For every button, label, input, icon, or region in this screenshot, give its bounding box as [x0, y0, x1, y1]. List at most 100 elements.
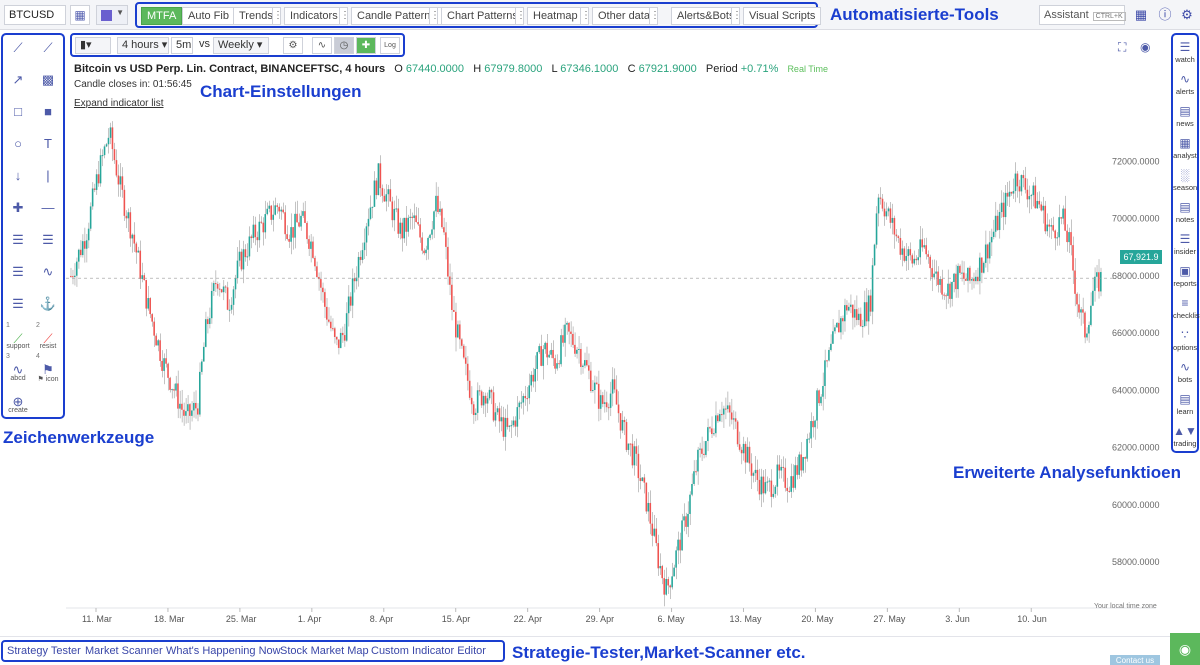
price-chart[interactable]: 72000.0000 70000.0000 68000.0000 66000.0000… — [66, 110, 1170, 630]
sidebar-item-bots[interactable]: ∿ bots — [1173, 360, 1197, 384]
whats-happening-link[interactable]: What's Happening Now — [166, 645, 281, 657]
sidebar-item-analyst[interactable]: ▦ analyst — [1173, 136, 1197, 160]
indicators-menu-icon[interactable]: ⋮ — [339, 7, 350, 25]
candle-body — [984, 244, 987, 263]
candle-body — [990, 236, 993, 243]
candle-body — [730, 412, 733, 420]
candle-body — [830, 343, 832, 350]
sidebar-item-season[interactable]: ░ season — [1173, 168, 1197, 192]
custom-indicator-editor-link[interactable]: Custom Indicator Editor — [371, 645, 486, 657]
sidebar-item-trading[interactable]: ▲▼ trading — [1173, 424, 1197, 448]
sidebar-item-insider[interactable]: ☰ insider — [1173, 232, 1197, 256]
candle-type-button[interactable]: ▮▾ — [75, 37, 111, 54]
interval-select[interactable]: 4 hours ▾ — [117, 37, 169, 54]
candle-body — [530, 374, 533, 386]
sidebar-item-options[interactable]: ∵ options — [1173, 328, 1197, 352]
sidebar-item-reports[interactable]: ▣ reports — [1173, 264, 1197, 288]
other-data-menu-icon[interactable]: ⋮ — [649, 7, 660, 25]
indicators-button[interactable]: Indicators — [284, 7, 344, 25]
horizontal-line-icon[interactable]: — — [37, 197, 59, 219]
candle-body — [1040, 204, 1043, 211]
rectangle-tool-icon[interactable]: □ — [7, 101, 29, 123]
parallel-lines-icon[interactable]: ☰ — [7, 261, 29, 283]
compare-interval-button[interactable]: 5m — [171, 37, 193, 54]
sidebar-item-watch[interactable]: ☰ watch — [1173, 40, 1197, 64]
eye-icon[interactable]: ◉ — [1170, 633, 1200, 665]
help-icon[interactable]: ⓘ — [1156, 6, 1174, 24]
candle-body — [457, 324, 459, 338]
heatmap-button[interactable]: Heatmap — [527, 7, 584, 25]
candle-body — [1092, 290, 1094, 306]
expand-indicator-link[interactable]: Expand indicator list — [74, 98, 164, 109]
polyline-icon[interactable]: ∿ — [37, 261, 59, 283]
fib-extension-icon[interactable]: ☰ — [37, 229, 59, 251]
fullscreen-icon[interactable]: ⛶ — [1118, 40, 1126, 55]
channel-tool-icon[interactable]: ▩ — [37, 69, 59, 91]
candle-body — [276, 205, 278, 207]
contact-us-button[interactable]: Contact us — [1110, 655, 1160, 665]
candle-body — [943, 294, 945, 296]
trends-menu-icon[interactable]: ⋮ — [272, 7, 283, 25]
mtfa-button[interactable]: MTFA — [141, 7, 183, 25]
auto-fib-button[interactable]: Auto Fib — [182, 7, 235, 25]
strategy-tester-link[interactable]: Strategy Tester — [7, 645, 81, 657]
alerts-bots-menu-icon[interactable]: ⋮ — [731, 7, 742, 25]
ray-tool-icon[interactable]: ⟋ — [37, 37, 59, 59]
chart-patterns-menu-icon[interactable]: ⋮ — [515, 7, 526, 25]
candle-body — [163, 358, 165, 371]
fib-retracement-icon[interactable]: ☰ — [7, 229, 29, 251]
candle-body — [1066, 230, 1068, 243]
trend-arrow-icon[interactable]: ↗ — [7, 69, 29, 91]
candle-body — [377, 163, 380, 196]
heatmap-menu-icon[interactable]: ⋮ — [580, 7, 591, 25]
candle-body — [1036, 200, 1039, 209]
sidebar-item-learn[interactable]: ▤ learn — [1173, 392, 1197, 416]
circle-tool-icon[interactable]: ○ — [7, 133, 29, 155]
market-scanner-link[interactable]: Market Scanner — [85, 645, 163, 657]
assistant-label: Assistant — [1044, 9, 1089, 21]
candle-body — [302, 211, 304, 216]
candle-body — [641, 477, 644, 481]
visual-scripts-button[interactable]: Visual Scripts — [743, 7, 822, 25]
chart-color-button[interactable]: ▼ — [96, 5, 128, 25]
other-data-button[interactable]: Other data — [592, 7, 656, 25]
candle-body — [689, 494, 691, 514]
candle-body — [591, 390, 594, 392]
chart-patterns-button[interactable]: Chart Patterns — [441, 7, 524, 25]
candle-body — [1050, 225, 1052, 227]
filled-rectangle-icon[interactable]: ■ — [37, 101, 59, 123]
candle-body — [73, 275, 76, 278]
sidebar-item-notes[interactable]: ▤ notes — [1173, 200, 1197, 224]
candle-body — [687, 513, 689, 527]
text-tool-icon[interactable]: T — [37, 133, 59, 155]
stock-market-map-link[interactable]: Stock Market Map — [280, 645, 369, 657]
cross-tool-icon[interactable]: ✚ — [7, 197, 29, 219]
candle-body — [508, 425, 511, 427]
settings-gear-icon[interactable]: ⚙ — [1178, 6, 1196, 24]
clock-icon[interactable]: ◷ — [334, 37, 354, 54]
sidebar-item-checklist[interactable]: ≡ checklist — [1173, 296, 1200, 320]
symbol-input[interactable] — [4, 5, 66, 25]
line-tool-icon[interactable]: ⟋ — [7, 37, 29, 59]
vertical-arrow-icon[interactable]: ↓ — [7, 165, 29, 187]
log-scale-button[interactable]: Log — [380, 37, 400, 54]
sidebar-item-news[interactable]: ▤ news — [1173, 104, 1197, 128]
candle-patterns-menu-icon[interactable]: ⋮ — [429, 7, 440, 25]
gann-fan-icon[interactable]: ☰ — [7, 293, 29, 315]
camera-icon[interactable]: ◉ — [1140, 40, 1150, 54]
sidebar-item-alerts[interactable]: ∿ alerts — [1173, 72, 1197, 96]
apps-grid-icon[interactable]: ▦ — [1132, 6, 1150, 24]
calendar-icon[interactable]: ▦ — [70, 5, 90, 25]
crosshair-icon[interactable]: ✚ — [356, 37, 376, 54]
indicator-line-icon[interactable]: ∿ — [312, 37, 332, 54]
candle-body — [200, 361, 203, 372]
candle-body — [973, 279, 975, 282]
chart-settings-gear-icon[interactable]: ⚙ — [283, 37, 303, 54]
assistant-button[interactable]: Assistant CTRL+K — [1039, 5, 1126, 25]
candle-body — [111, 127, 114, 150]
vertical-line-icon[interactable]: | — [37, 165, 59, 187]
candle-body — [480, 391, 483, 406]
timeframe-select[interactable]: Weekly ▾ — [213, 37, 269, 54]
anchor-icon[interactable]: ⚓ — [37, 293, 59, 315]
candle-body — [77, 249, 80, 262]
